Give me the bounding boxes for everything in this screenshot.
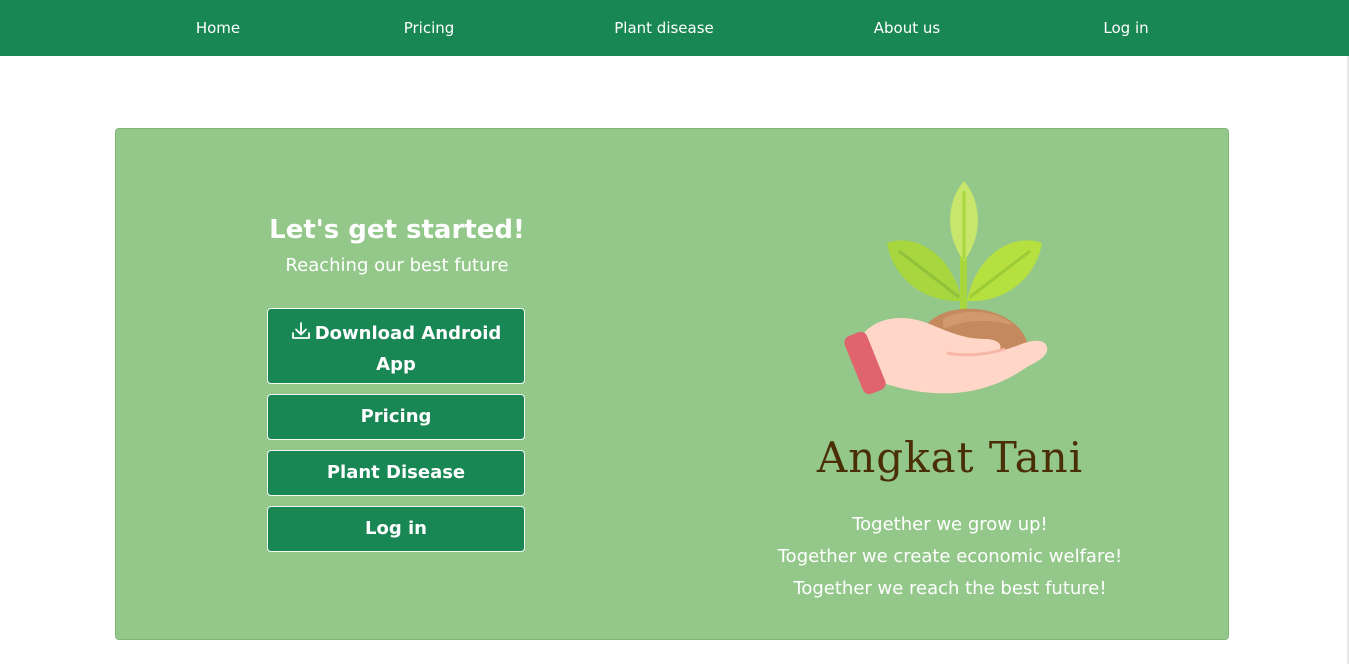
pricing-button[interactable]: Pricing: [267, 394, 525, 440]
plant-in-hand-logo: [844, 181, 1048, 395]
tagline-line: Together we create economic welfare!: [777, 546, 1123, 567]
nav-plant-disease-link[interactable]: Plant disease: [614, 0, 714, 56]
top-navbar: Home Pricing Plant disease About us Log …: [0, 0, 1349, 56]
hero-subtitle: Reaching our best future: [285, 255, 509, 276]
tagline-line: Together we grow up!: [852, 514, 1048, 535]
nav-login-link[interactable]: Log in: [1103, 0, 1148, 56]
hero-title: Let's get started!: [269, 215, 525, 245]
download-icon: [291, 322, 310, 339]
login-button[interactable]: Log in: [267, 506, 525, 552]
hero-card: Let's get started! Reaching our best fut…: [115, 128, 1229, 640]
brand-name: Angkat Tani: [816, 433, 1084, 482]
nav-home-link[interactable]: Home: [196, 0, 240, 56]
plant-disease-button[interactable]: Plant Disease: [267, 450, 525, 496]
download-android-app-button[interactable]: Download Android App: [267, 308, 525, 384]
nav-about-link[interactable]: About us: [874, 0, 940, 56]
download-button-label: Download Android App: [314, 323, 502, 375]
tagline-line: Together we reach the best future!: [793, 578, 1107, 599]
nav-pricing-link[interactable]: Pricing: [404, 0, 455, 56]
